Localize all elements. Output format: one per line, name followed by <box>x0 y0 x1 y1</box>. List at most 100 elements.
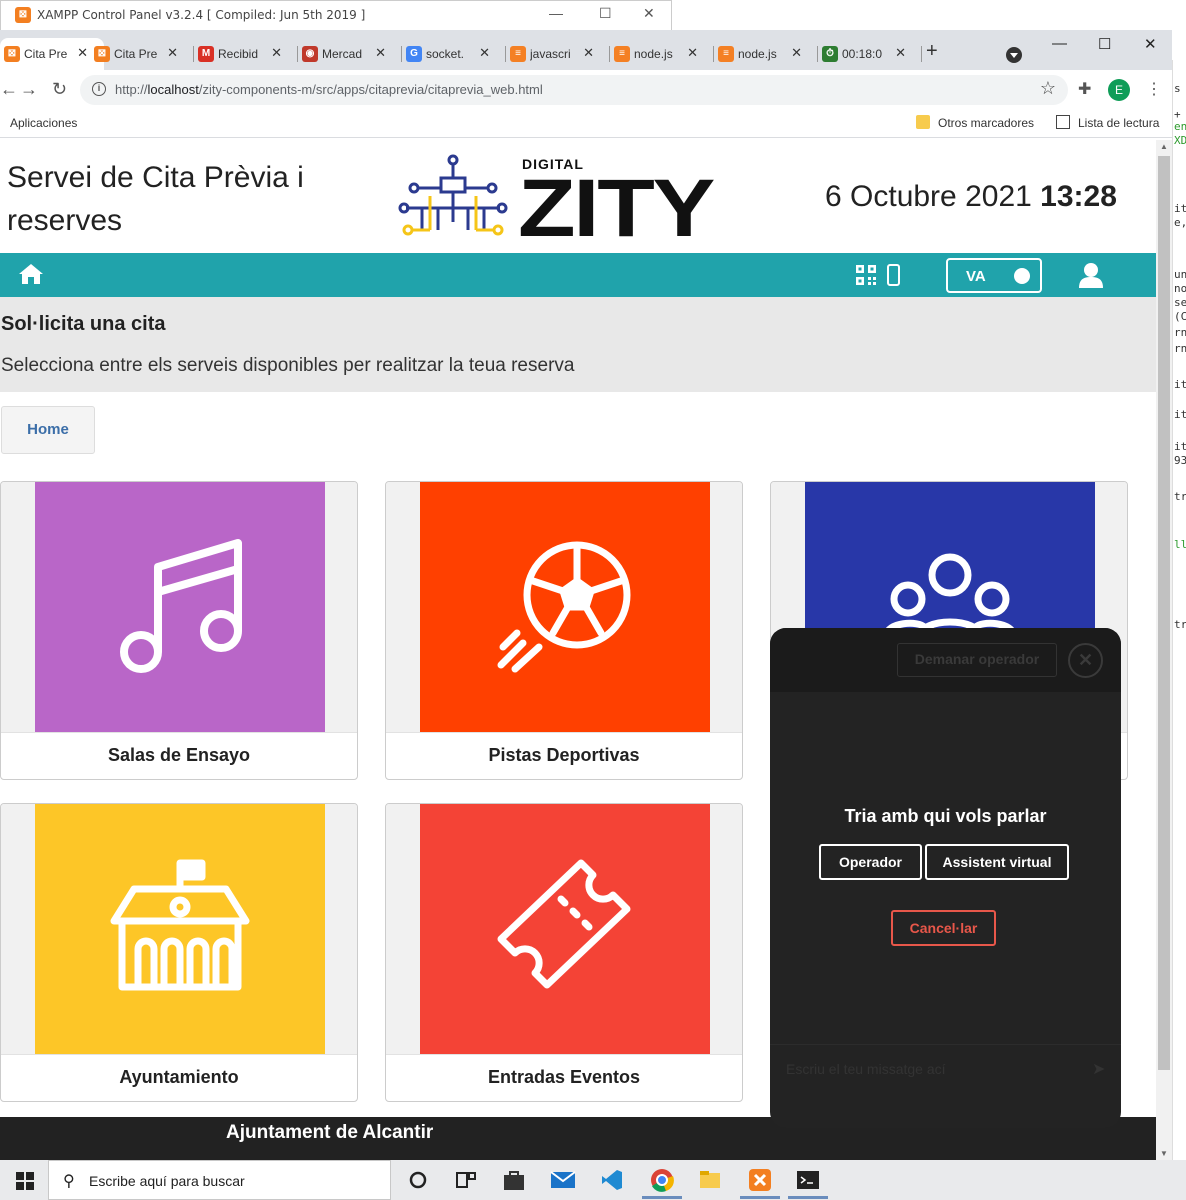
browser-menu-icon[interactable]: ⋮ <box>1146 79 1162 99</box>
tab-close-icon[interactable]: ✕ <box>479 45 490 61</box>
current-date: 6 Octubre 2021 <box>825 180 1032 213</box>
bookmark-other[interactable]: Otros marcadores <box>938 116 1034 130</box>
browser-tab[interactable]: ≡ node.js ✕ <box>714 38 818 70</box>
service-card-pistas-deportivas[interactable]: Pistas Deportivas <box>385 481 743 780</box>
chrome-icon[interactable] <box>642 1168 682 1199</box>
chat-close-icon[interactable]: ✕ <box>1068 643 1103 678</box>
bookmark-apps[interactable]: Aplicaciones <box>10 116 77 130</box>
minimize-icon[interactable]: — <box>549 5 563 21</box>
terminal-icon[interactable] <box>788 1168 828 1199</box>
browser-tab-label: node.js <box>738 47 777 61</box>
bookmark-star-icon[interactable]: ☆ <box>1040 78 1056 99</box>
music-note-icon <box>120 539 242 673</box>
card-label: Pistas Deportivas <box>386 732 742 779</box>
vscode-icon[interactable] <box>600 1168 624 1192</box>
send-icon[interactable]: ➤ <box>1092 1059 1105 1079</box>
virtual-assistant-button[interactable]: Assistent virtual <box>925 844 1069 880</box>
folder-icon <box>916 115 930 129</box>
cancel-button[interactable]: Cancel·lar <box>891 910 996 946</box>
terminal-text-fragment: s t <box>1174 82 1186 95</box>
browser-tab[interactable]: M Recibid ✕ <box>194 38 298 70</box>
cortana-icon[interactable] <box>406 1168 430 1192</box>
user-icon[interactable] <box>1078 262 1104 293</box>
browser-tab[interactable]: ⊠ Cita Pre ✕ <box>90 38 194 70</box>
xampp-icon: ⊠ <box>4 46 20 62</box>
terminal-text-fragment: it <box>1174 202 1186 215</box>
address-bar[interactable]: i http://localhost/zity-components-m/src… <box>80 75 1068 105</box>
forward-icon[interactable]: → <box>20 79 38 100</box>
chat-composer: Escriu el teu missatge ací ➤ <box>770 1044 1121 1094</box>
banner-title: Sol·licita una cita <box>1 313 166 335</box>
task-view-icon[interactable] <box>454 1168 478 1192</box>
close-icon[interactable]: ✕ <box>643 5 655 22</box>
terminal-text-fragment: no <box>1174 282 1186 295</box>
minimize-icon[interactable]: — <box>1052 35 1067 52</box>
tab-close-icon[interactable]: ✕ <box>895 45 906 61</box>
tab-close-icon[interactable]: ✕ <box>791 45 802 61</box>
mail-icon[interactable] <box>550 1168 576 1192</box>
bookmark-reading-list[interactable]: Lista de lectura <box>1078 116 1159 130</box>
tab-close-icon[interactable]: ✕ <box>167 45 178 61</box>
scroll-down-icon[interactable]: ▼ <box>1160 1149 1168 1158</box>
google-icon: G <box>406 46 422 62</box>
url-text[interactable]: http://localhost/zity-components-m/src/a… <box>115 82 543 97</box>
browser-tab[interactable]: Gsocket. ✕ <box>402 38 506 70</box>
card-thumbnail <box>420 482 710 732</box>
reading-list-icon <box>1056 115 1070 129</box>
browser-tab[interactable]: ◉ Mercad ✕ <box>298 38 402 70</box>
breadcrumb-home-button[interactable]: Home <box>1 406 95 454</box>
windows-taskbar: ⚲ Escribe aquí para buscar <box>0 1160 1186 1200</box>
browser-tab[interactable]: ⏱ 00:18:0 ✕ <box>818 38 922 70</box>
tab-close-icon[interactable]: ✕ <box>583 45 594 61</box>
new-tab-button[interactable]: + <box>926 40 938 63</box>
service-card-salas-ensayo[interactable]: Salas de Ensayo <box>0 481 358 780</box>
terminal-text-fragment: (C <box>1174 310 1186 323</box>
tab-close-icon[interactable]: ✕ <box>687 45 698 61</box>
xampp-icon[interactable] <box>740 1168 780 1199</box>
browser-tab[interactable]: ⊠ Cita Pre ✕ <box>0 38 104 70</box>
xampp-logo-icon: ⊠ <box>15 7 31 23</box>
page-scrollbar[interactable]: ▲ ▼ <box>1156 140 1172 1160</box>
extensions-icon[interactable]: ✚ <box>1078 79 1091 99</box>
file-explorer-icon[interactable] <box>698 1168 722 1192</box>
terminal-text-fragment: ll <box>1174 538 1186 551</box>
browser-tab[interactable]: ≡ javascri ✕ <box>506 38 610 70</box>
bookmarks-bar: Aplicaciones Otros marcadores Lista de l… <box>0 110 1172 138</box>
back-icon[interactable]: ← <box>0 79 18 100</box>
close-icon[interactable]: ✕ <box>1144 35 1157 53</box>
reload-icon[interactable]: ↻ <box>52 79 67 100</box>
main-navbar: VA <box>0 253 1156 297</box>
xampp-window-titlebar[interactable]: ⊠ XAMPP Control Panel v3.2.4 [ Compiled:… <box>0 0 672 30</box>
service-card-entradas-eventos[interactable]: Entradas Eventos <box>385 803 743 1102</box>
store-icon[interactable] <box>502 1168 526 1192</box>
tab-close-icon[interactable]: ✕ <box>375 45 386 61</box>
operator-button[interactable]: Operador <box>819 844 922 880</box>
soccer-ball-icon <box>497 541 631 673</box>
mobile-icon[interactable] <box>887 264 900 286</box>
tab-close-icon[interactable]: ✕ <box>271 45 282 61</box>
request-operator-button[interactable]: Demanar operador <box>897 643 1057 677</box>
mercado-icon: ◉ <box>302 46 318 62</box>
browser-tab-label: Recibid <box>218 47 259 61</box>
chat-widget: Demanar operador ✕ Tria amb qui vols par… <box>770 628 1121 1128</box>
maximize-icon[interactable]: ☐ <box>1098 35 1111 53</box>
terminal-text-fragment: it <box>1174 378 1186 391</box>
tab-close-icon[interactable]: ✕ <box>77 45 88 61</box>
chat-message-input[interactable]: Escriu el teu missatge ací <box>786 1061 946 1077</box>
taskbar-search[interactable]: ⚲ Escribe aquí para buscar <box>48 1160 391 1200</box>
site-info-icon[interactable]: i <box>92 82 106 96</box>
tab-search-icon[interactable] <box>1006 47 1022 63</box>
maximize-icon[interactable]: ☐ <box>599 5 612 22</box>
terminal-text-fragment: rn <box>1174 326 1186 339</box>
circuit-logo-icon <box>398 154 508 236</box>
windows-start-icon[interactable] <box>16 1172 34 1195</box>
profile-avatar[interactable]: E <box>1108 79 1130 101</box>
service-card-ayuntamiento[interactable]: Ayuntamiento <box>0 803 358 1102</box>
browser-tab-label: Cita Pre <box>114 47 158 61</box>
language-selector[interactable]: VA <box>946 258 1042 293</box>
browser-tab[interactable]: ≡ node.js ✕ <box>610 38 714 70</box>
home-icon[interactable] <box>18 263 44 290</box>
scroll-up-icon[interactable]: ▲ <box>1160 142 1168 151</box>
qr-code-icon[interactable] <box>856 265 876 290</box>
scrollbar-thumb[interactable] <box>1158 156 1170 1070</box>
